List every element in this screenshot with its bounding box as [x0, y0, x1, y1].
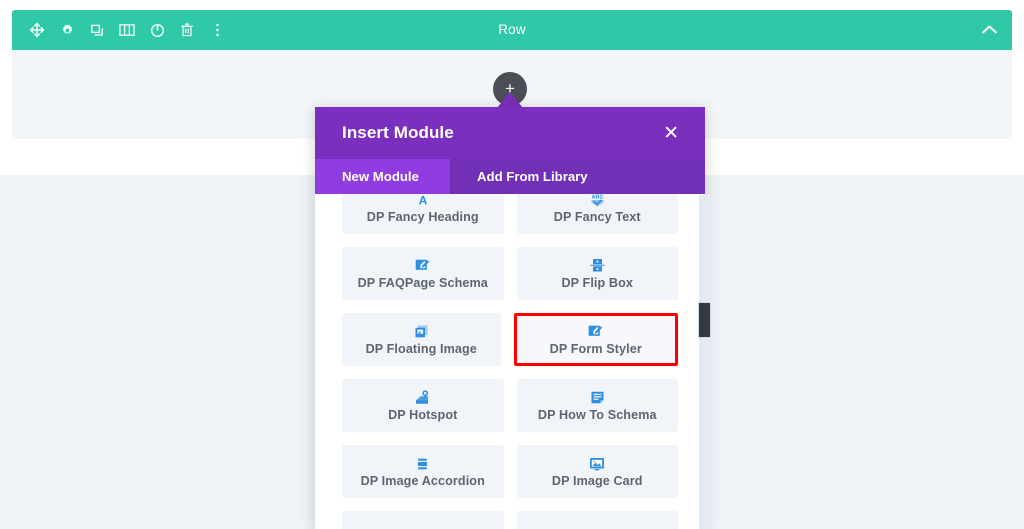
edit-square-icon: [588, 324, 603, 340]
hotspot-icon: [415, 390, 431, 406]
module-list-scrollbar-thumb[interactable]: [698, 302, 711, 338]
row-toolbar: Row: [12, 10, 1012, 50]
module-row: DP Image Accordion DP Image Card: [342, 445, 678, 498]
edit-square-icon: [415, 258, 430, 274]
abc-check-icon: ABC: [589, 194, 606, 208]
module-list: A DP Fancy Heading ABC DP Fancy Text DP …: [315, 194, 705, 529]
trash-icon[interactable]: [176, 19, 198, 41]
insert-module-modal: Insert Module ✕ New Module Add From Libr…: [315, 107, 705, 529]
module-item-label: DP FAQPage Schema: [357, 275, 488, 290]
floating-image-icon: [414, 324, 429, 340]
module-row: DP Hotspot DP How To Schema: [342, 379, 678, 432]
module-item-label: DP Image Accordion: [360, 473, 485, 488]
flip-box-icon: [590, 258, 605, 274]
module-item-dp-fancy-heading[interactable]: A DP Fancy Heading: [342, 194, 504, 234]
module-item-dp-hotspot[interactable]: DP Hotspot: [342, 379, 504, 432]
module-item-label: DP Hotspot: [388, 407, 458, 422]
duplicate-icon[interactable]: [86, 19, 108, 41]
module-item-label: DP Form Styler: [549, 341, 642, 356]
module-item-label: DP How To Schema: [537, 407, 657, 422]
builder-screen: Row + Insert Module ✕ New Module Add Fro…: [0, 0, 1024, 529]
close-icon[interactable]: ✕: [657, 107, 685, 159]
module-item-label: DP Floating Image: [365, 341, 477, 356]
module-row: DP Floating Image DP Form Styler: [342, 313, 678, 366]
module-item-dp-form-styler[interactable]: DP Form Styler: [513, 313, 678, 366]
more-options-icon[interactable]: [206, 19, 228, 41]
modal-title: Insert Module: [342, 123, 454, 142]
tab-new-module[interactable]: New Module: [315, 159, 450, 194]
module-item-dp-floating-image[interactable]: DP Floating Image: [342, 313, 501, 366]
gear-icon[interactable]: [56, 19, 78, 41]
module-item-dp-image-card[interactable]: DP Image Card: [516, 445, 678, 498]
move-icon[interactable]: [26, 19, 48, 41]
module-row: A DP Fancy Heading ABC DP Fancy Text: [342, 194, 678, 234]
modal-tabs: New Module Add From Library: [315, 159, 705, 194]
module-item-dp-fancy-text[interactable]: ABC DP Fancy Text: [516, 194, 678, 234]
module-item-label: DP Image Card: [551, 473, 643, 488]
row-toolbar-actions: [26, 10, 228, 50]
letter-a-icon: A: [416, 194, 430, 208]
svg-text:ABC: ABC: [591, 194, 603, 200]
image-card-icon: [589, 456, 605, 472]
columns-icon[interactable]: [116, 19, 138, 41]
modal-header: Insert Module ✕: [315, 107, 705, 159]
module-item-label: DP Fancy Text: [553, 209, 641, 224]
module-row: [342, 511, 678, 529]
svg-text:A: A: [418, 194, 427, 207]
tab-add-from-library-label: Add From Library: [477, 169, 588, 184]
module-item-dp-image-accordion[interactable]: DP Image Accordion: [342, 445, 504, 498]
module-item-dp-flip-box[interactable]: DP Flip Box: [516, 247, 678, 300]
module-item-partial-left[interactable]: [342, 511, 504, 529]
module-list-scrollbar-track[interactable]: [699, 195, 712, 529]
module-item-dp-faqpage-schema[interactable]: DP FAQPage Schema: [342, 247, 504, 300]
module-row: DP FAQPage Schema DP Flip Box: [342, 247, 678, 300]
image-accordion-icon: [415, 456, 430, 472]
tab-add-from-library[interactable]: Add From Library: [450, 159, 705, 194]
chevron-up-icon[interactable]: [981, 10, 998, 50]
power-icon[interactable]: [146, 19, 168, 41]
module-item-dp-how-to-schema[interactable]: DP How To Schema: [516, 379, 678, 432]
module-list-scroll-content: A DP Fancy Heading ABC DP Fancy Text DP …: [315, 194, 705, 529]
tab-new-module-label: New Module: [342, 169, 419, 184]
module-item-label: DP Fancy Heading: [366, 209, 479, 224]
document-lines-icon: [590, 390, 605, 406]
modal-pointer: [497, 92, 523, 108]
module-item-partial-right[interactable]: [516, 511, 678, 529]
module-item-label: DP Flip Box: [561, 275, 634, 290]
